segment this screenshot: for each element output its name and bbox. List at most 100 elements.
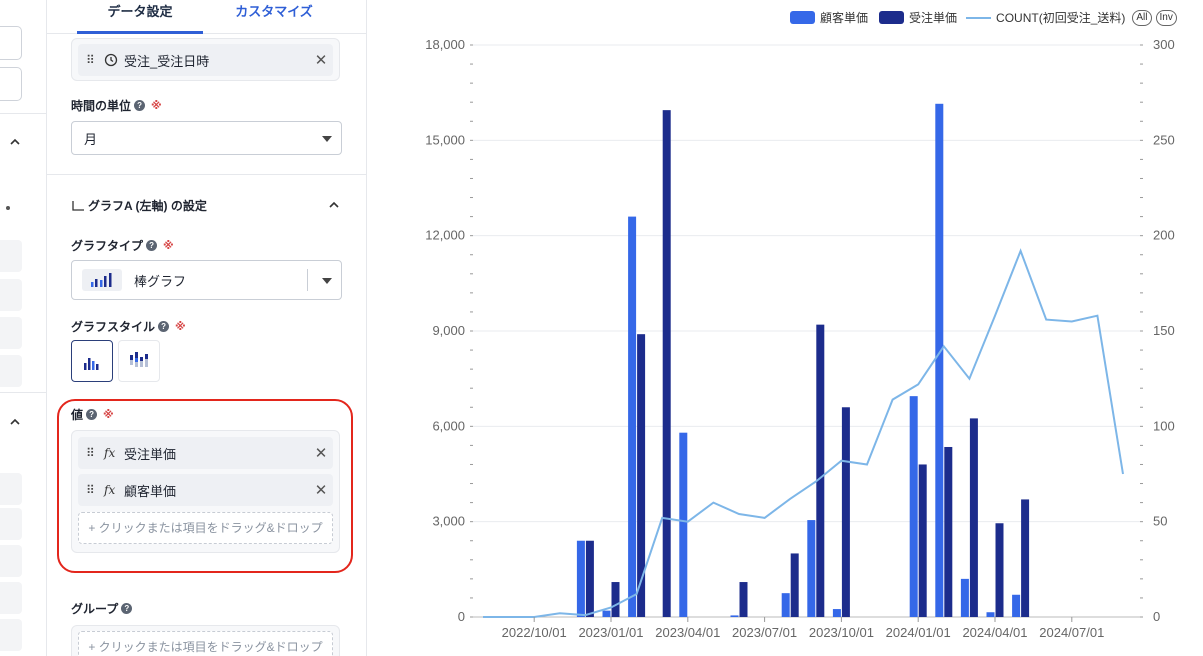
bar-order-unit-price[interactable] <box>944 446 953 617</box>
bar-order-unit-price[interactable] <box>969 418 978 617</box>
bar-customer-unit-price[interactable] <box>576 540 585 617</box>
strip-field-1[interactable] <box>0 26 22 60</box>
bar-customer-unit-price[interactable] <box>602 610 611 617</box>
strip-cell[interactable] <box>0 508 22 540</box>
y-left-tick-label: 0 <box>458 609 465 624</box>
date-field-chip[interactable]: ⠿ 受注_受注日時 ✕ <box>78 44 333 76</box>
graph-a-title: グラフA (左軸) の設定 <box>88 199 207 213</box>
bar-customer-unit-price[interactable] <box>909 396 918 617</box>
bar-customer-unit-price[interactable] <box>935 103 944 618</box>
caret-down-icon <box>322 136 332 142</box>
section-divider <box>47 174 367 175</box>
chevron-up-icon[interactable] <box>328 199 340 211</box>
grouped-bar-icon <box>84 358 99 370</box>
x-tick-label: 2024/04/01 <box>962 625 1027 640</box>
bar-customer-unit-price[interactable] <box>1012 594 1021 617</box>
required-mark: ※ <box>151 100 162 112</box>
x-tick-label: 2024/07/01 <box>1039 625 1104 640</box>
left-strip <box>0 0 47 656</box>
bar-order-unit-price[interactable] <box>816 324 825 617</box>
graph-type-label: グラフタイプ <box>71 239 144 253</box>
y-left-tick-label: 15,000 <box>425 132 465 147</box>
clock-icon <box>104 53 118 67</box>
chevron-up-icon[interactable] <box>9 416 21 428</box>
bar-order-unit-price[interactable] <box>739 582 748 617</box>
graph-type-heading: グラフタイプ ? ※ <box>71 237 174 254</box>
required-mark: ※ <box>163 240 174 252</box>
bar-order-unit-price[interactable] <box>841 407 850 617</box>
strip-cell[interactable] <box>0 582 22 614</box>
bar-order-unit-price[interactable] <box>918 464 927 617</box>
help-icon[interactable]: ? <box>134 100 146 111</box>
bar-customer-unit-price[interactable] <box>807 520 816 617</box>
x-tick-label: 2023/01/01 <box>578 625 643 640</box>
strip-cell[interactable] <box>0 279 22 311</box>
strip-dot-icon <box>6 206 10 210</box>
graph-type-value: 棒グラフ <box>134 273 187 289</box>
tab-data-settings[interactable]: データ設定 <box>77 0 203 34</box>
bar-order-unit-price[interactable] <box>662 110 671 618</box>
bar-order-unit-price[interactable] <box>585 540 594 617</box>
bar-order-unit-price[interactable] <box>790 553 799 617</box>
settings-panel: データ設定 カスタマイズ ⠿ 受注_受注日時 ✕ 時間の単位 ? ※ 月 グラフ… <box>47 0 367 656</box>
chart-area: 顧客単価 受注単価 COUNT(初回受注_送料) All Inv 0 3,000 6… <box>367 0 1203 656</box>
strip-cell[interactable] <box>0 240 22 272</box>
caret-down-icon <box>322 278 332 284</box>
bar-order-unit-price[interactable] <box>1021 499 1030 617</box>
highlight-annotation <box>57 399 353 573</box>
y-right-tick-label: 150 <box>1153 323 1175 338</box>
x-tick-label: 2022/10/01 <box>502 625 567 640</box>
bar-order-unit-price[interactable] <box>611 582 620 617</box>
axis-icon <box>72 200 84 211</box>
group-label: グループ <box>71 602 119 616</box>
strip-cell[interactable] <box>0 317 22 349</box>
help-icon[interactable]: ? <box>158 321 170 332</box>
bar-customer-unit-price[interactable] <box>679 432 688 617</box>
y-right-tick-label: 0 <box>1153 609 1160 624</box>
x-tick-label: 2024/01/01 <box>886 625 951 640</box>
bar-customer-unit-price[interactable] <box>832 609 841 617</box>
chevron-up-icon[interactable] <box>9 136 21 148</box>
x-tick-label: 2023/07/01 <box>732 625 797 640</box>
bar-customer-unit-price[interactable] <box>986 612 995 617</box>
strip-cell[interactable] <box>0 473 22 505</box>
tab-bar: データ設定 カスタマイズ <box>47 0 367 34</box>
strip-cell[interactable] <box>0 355 22 387</box>
strip-divider <box>0 113 47 114</box>
graph-type-select[interactable]: 棒グラフ <box>71 260 342 300</box>
grouped-bar-style-button[interactable] <box>71 340 113 382</box>
bar-customer-unit-price[interactable] <box>781 593 790 617</box>
drag-handle-icon[interactable]: ⠿ <box>86 53 104 67</box>
date-field-label: 受注_受注日時 <box>124 53 210 69</box>
bar-customer-unit-price[interactable] <box>960 578 969 617</box>
strip-cell[interactable] <box>0 545 22 577</box>
help-icon[interactable]: ? <box>146 240 158 251</box>
bar-customer-unit-price[interactable] <box>628 216 637 617</box>
strip-cell[interactable] <box>0 619 22 651</box>
y-left-tick-label: 18,000 <box>425 37 465 52</box>
strip-field-2[interactable] <box>0 67 22 101</box>
y-left-tick-label: 3,000 <box>432 514 465 529</box>
group-heading: グループ ? <box>71 600 133 617</box>
y-right-tick-label: 50 <box>1153 514 1167 529</box>
graph-a-heading[interactable]: グラフA (左軸) の設定 <box>71 197 207 214</box>
stacked-bar-style-button[interactable] <box>118 340 160 382</box>
time-unit-select[interactable]: 月 <box>71 121 342 155</box>
select-separator <box>307 269 308 291</box>
y-right-tick-label: 100 <box>1153 418 1175 433</box>
time-unit-label: 時間の単位 <box>71 99 132 113</box>
bar-order-unit-price[interactable] <box>995 523 1004 617</box>
bar-customer-unit-price[interactable] <box>730 615 739 617</box>
required-mark: ※ <box>175 321 186 333</box>
graph-style-heading: グラフスタイル ? ※ <box>71 318 186 335</box>
time-unit-heading: 時間の単位 ? ※ <box>71 97 162 114</box>
group-add-dropzone[interactable]: + クリックまたは項目をドラッグ&ドロップ <box>78 631 333 656</box>
help-icon[interactable]: ? <box>121 603 133 614</box>
tab-customize[interactable]: カスタマイズ <box>212 0 336 34</box>
x-tick-label: 2023/04/01 <box>655 625 720 640</box>
time-unit-value: 月 <box>84 131 98 147</box>
remove-icon[interactable]: ✕ <box>309 51 333 69</box>
combo-chart: 0 3,000 6,000 9,000 12,000 15,000 18,000 0 50 100… <box>425 37 1175 640</box>
strip-divider <box>0 392 47 393</box>
y-left-tick-label: 12,000 <box>425 228 465 243</box>
